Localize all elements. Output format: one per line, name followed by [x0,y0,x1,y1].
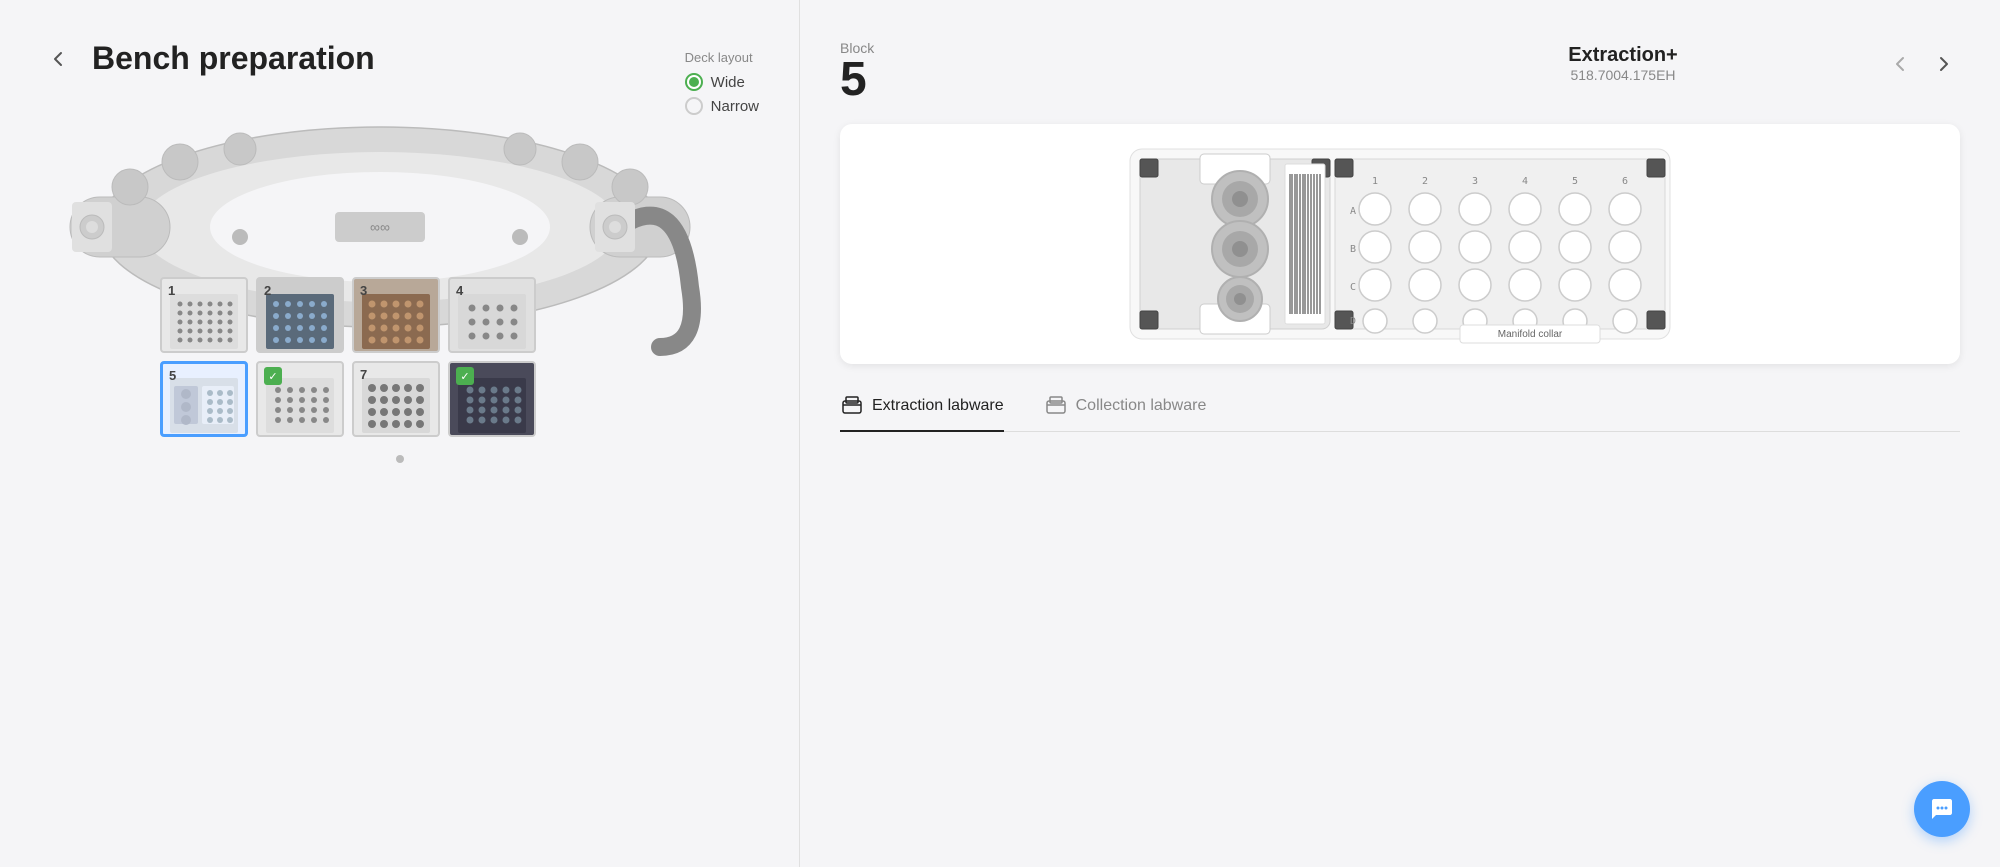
tabs-row: Extraction labware Collection labware [840,394,1960,432]
svg-text:Manifold collar: Manifold collar [1498,329,1563,340]
block-label: Block [840,40,1362,56]
svg-text:A: A [1350,206,1356,217]
block-5-pattern [170,378,238,433]
wide-radio-circle [685,73,703,91]
tab-collection-labware[interactable]: Collection labware [1044,394,1207,432]
svg-text:B: B [1350,244,1356,255]
back-button[interactable] [40,41,76,77]
wide-label: Wide [711,74,745,91]
extraction-plus-image: 1 2 3 4 5 6 A B C D [1120,139,1680,349]
tab-extraction-labware[interactable]: Extraction labware [840,394,1004,432]
left-panel: Bench preparation Deck layout Wide Narro… [0,0,800,867]
prev-block-button[interactable] [1884,48,1916,80]
next-block-button[interactable] [1928,48,1960,80]
block-image-area: 1 2 3 4 5 6 A B C D [840,124,1960,364]
block-5-number: 5 [169,368,176,383]
svg-text:6: 6 [1622,176,1628,187]
svg-text:3: 3 [1472,176,1478,187]
block-info: Block 5 [840,40,1362,104]
svg-text:5: 5 [1572,176,1578,187]
svg-text:∞∞: ∞∞ [370,219,390,235]
wide-radio[interactable]: Wide [685,73,759,91]
block-4[interactable]: 4 [448,277,536,353]
svg-text:1: 1 [1372,176,1378,187]
block-8-check: ✓ [456,367,474,385]
block-4-number: 4 [456,283,463,298]
nav-arrows [1884,40,1960,80]
tab-extraction-label: Extraction labware [872,397,1004,415]
product-code: 518.7004.175EH [1362,67,1884,83]
block-8[interactable]: ✓ [448,361,536,437]
right-panel: Block 5 Extraction+ 518.7004.175EH [800,0,2000,867]
chat-button[interactable] [1914,781,1970,837]
block-3-pattern [362,294,430,349]
svg-text:C: C [1350,282,1356,293]
deck-layout-controls: Deck layout Wide Narrow [685,50,759,115]
svg-text:D: D [1350,316,1356,327]
left-header: Bench preparation [40,40,759,77]
block-4-pattern [458,294,526,349]
block-6-pattern [266,378,334,433]
block-6[interactable]: ✓ [256,361,344,437]
block-1-pattern [170,294,238,349]
product-name: Extraction+ [1362,44,1884,67]
svg-text:2: 2 [1422,176,1428,187]
block-3[interactable]: 3 [352,277,440,353]
block-1-number: 1 [168,283,175,298]
deck-layout-label: Deck layout [685,50,753,65]
block-7[interactable]: 7 [352,361,440,437]
block-6-check: ✓ [264,367,282,385]
extraction-icon [840,394,864,418]
block-2-pattern [266,294,334,349]
page-indicator [396,455,404,463]
block-3-number: 3 [360,283,367,298]
block-2-number: 2 [264,283,271,298]
right-header: Block 5 Extraction+ 518.7004.175EH [840,40,1960,104]
block-2[interactable]: 2 [256,277,344,353]
block-7-number: 7 [360,367,367,382]
svg-text:4: 4 [1522,176,1528,187]
block-5[interactable]: 5 [160,361,248,437]
product-info: Extraction+ 518.7004.175EH [1362,40,1884,83]
collection-icon [1044,394,1068,418]
page-title: Bench preparation [92,40,375,77]
block-8-pattern [458,378,526,433]
deck-area: ∞∞ 1 [40,107,759,447]
tab-collection-label: Collection labware [1076,397,1207,415]
block-1[interactable]: 1 [160,277,248,353]
block-7-pattern [362,378,430,433]
block-number-large: 5 [840,56,1362,104]
blocks-grid: 1 2 [160,277,536,437]
